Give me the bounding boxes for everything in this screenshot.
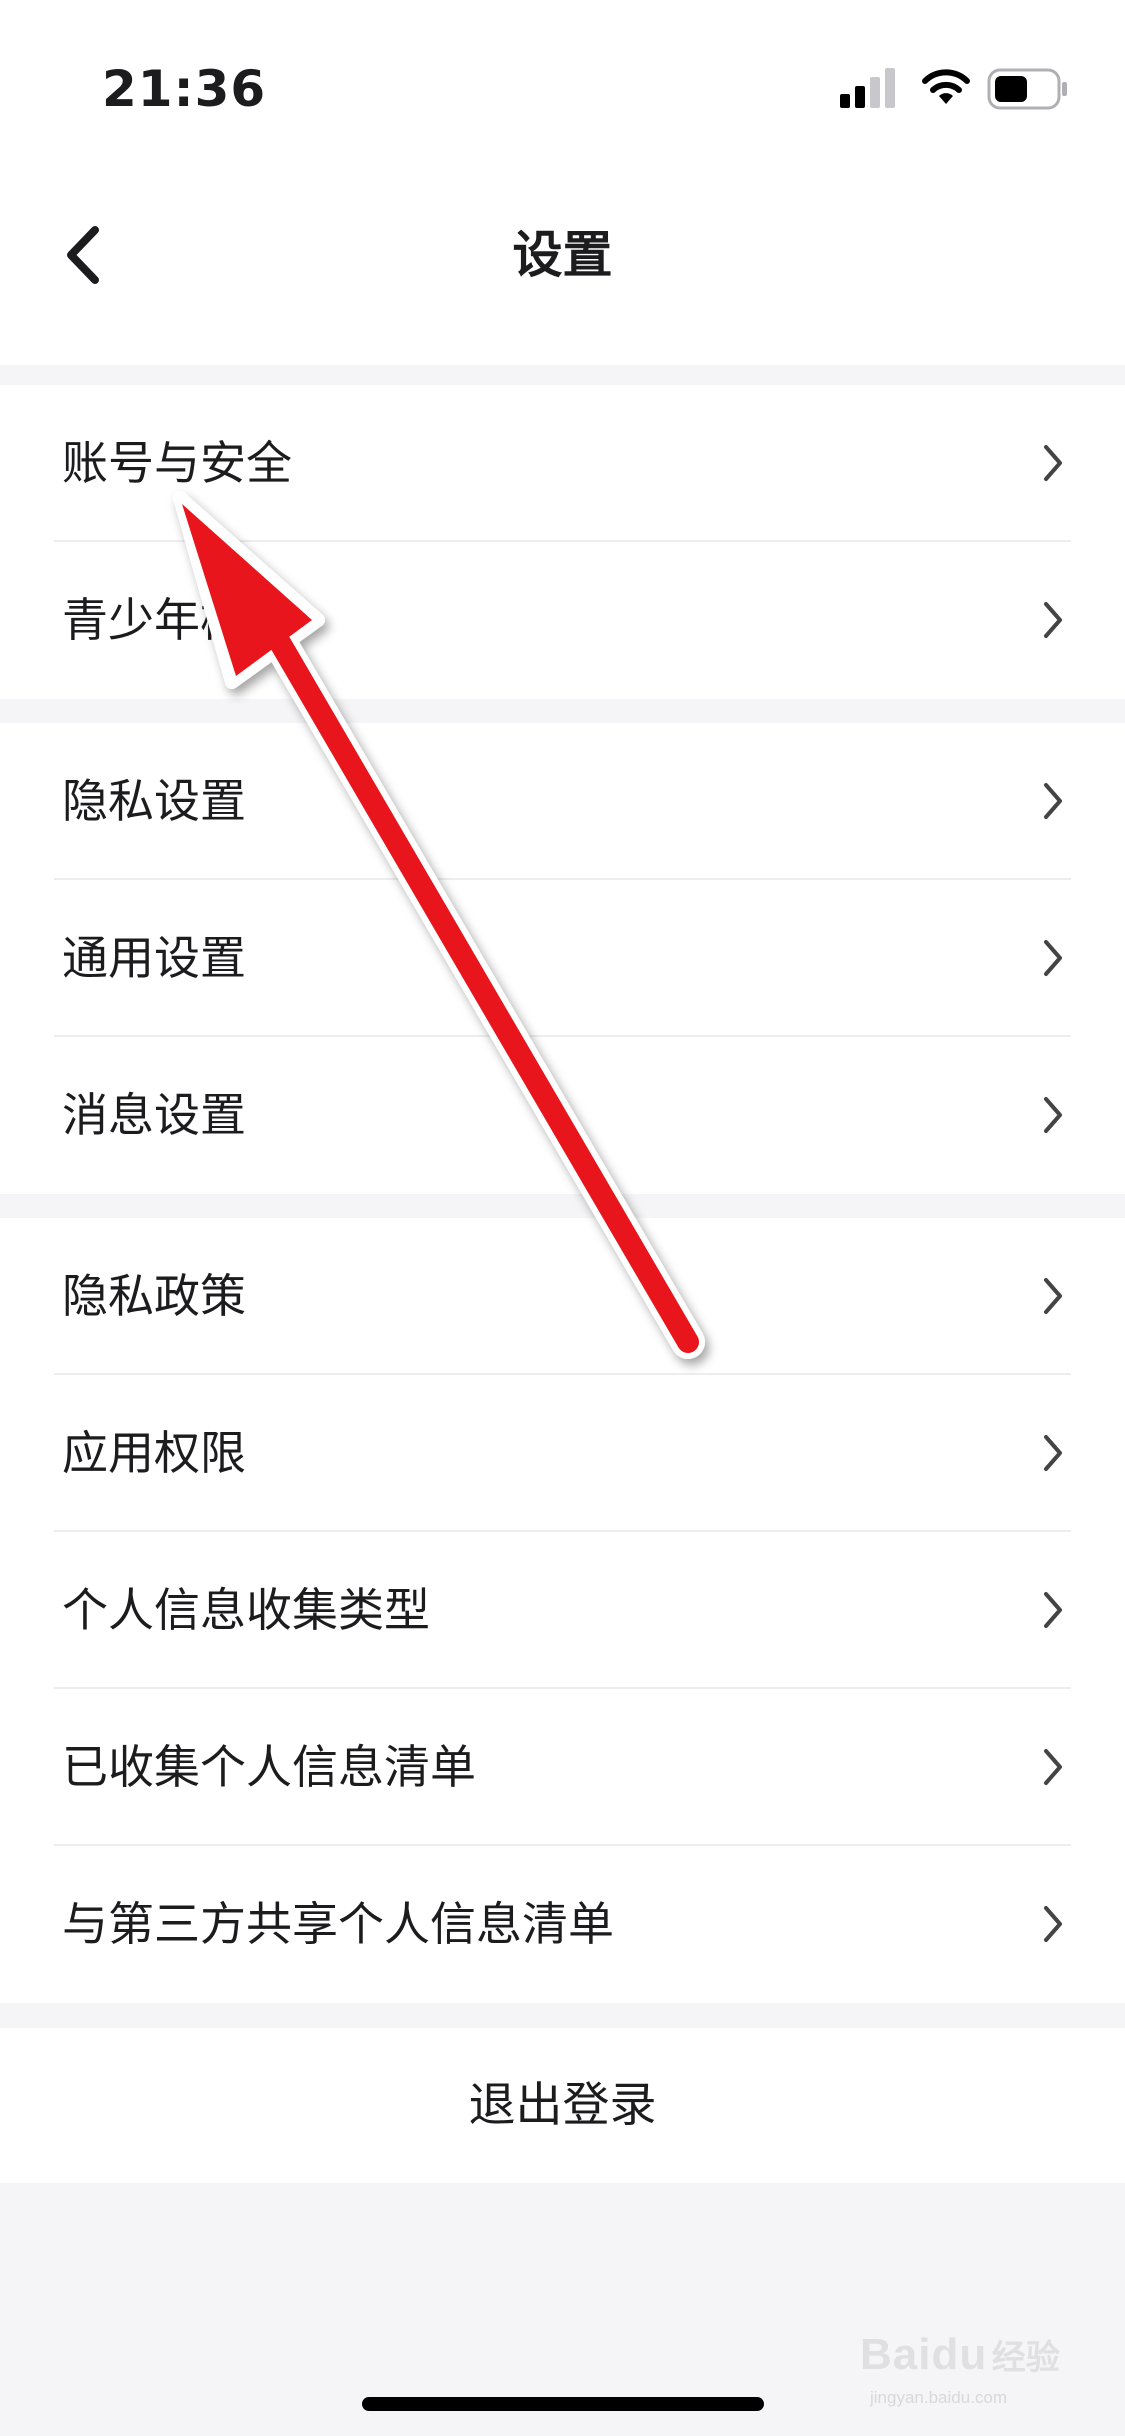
settings-row-account-security[interactable]: 账号与安全 <box>0 385 1125 542</box>
settings-row-general-settings[interactable]: 通用设置 <box>0 880 1125 1037</box>
preferences-section: 隐私设置 通用设置 消息设置 <box>0 723 1125 1194</box>
row-label: 隐私设置 <box>62 774 246 828</box>
watermark-brand: Bai <box>860 2330 932 2379</box>
chevron-right-icon <box>1044 1278 1062 1314</box>
settings-row-teen-mode[interactable]: 青少年模式 <box>0 542 1125 699</box>
chevron-right-icon <box>1044 783 1062 819</box>
chevron-right-icon <box>1044 445 1062 481</box>
wifi-icon <box>922 69 970 104</box>
status-bar: 21:36 <box>0 0 1125 175</box>
account-section: 账号与安全 青少年模式 <box>0 385 1125 699</box>
cellular-signal-icon <box>840 68 895 108</box>
chevron-right-icon <box>1044 1097 1062 1133</box>
logout-button[interactable]: 退出登录 <box>0 2028 1125 2183</box>
watermark-cn: 经验 <box>991 2339 1060 2377</box>
row-label: 青少年模式 <box>62 593 292 647</box>
settings-row-collected-info-list[interactable]: 已收集个人信息清单 <box>0 1689 1125 1846</box>
settings-row-message-settings[interactable]: 消息设置 <box>0 1037 1125 1194</box>
row-label: 账号与安全 <box>62 436 292 490</box>
watermark-brand-tail: du <box>931 2330 988 2379</box>
settings-row-privacy-policy[interactable]: 隐私政策 <box>0 1218 1125 1375</box>
chevron-right-icon <box>1044 1906 1062 1942</box>
status-time: 21:36 <box>102 60 267 118</box>
row-label: 与第三方共享个人信息清单 <box>62 1897 614 1951</box>
row-label: 隐私政策 <box>62 1269 246 1323</box>
chevron-right-icon <box>1044 602 1062 638</box>
battery-icon <box>987 68 1067 110</box>
settings-row-app-permissions[interactable]: 应用权限 <box>0 1375 1125 1532</box>
chevron-right-icon <box>1044 1749 1062 1785</box>
home-indicator[interactable] <box>362 2397 764 2411</box>
settings-row-privacy-settings[interactable]: 隐私设置 <box>0 723 1125 880</box>
settings-row-third-party-sharing-list[interactable]: 与第三方共享个人信息清单 <box>0 1846 1125 2003</box>
settings-row-info-collection-types[interactable]: 个人信息收集类型 <box>0 1532 1125 1689</box>
watermark-url: jingyan.baidu.com <box>870 2388 1008 2407</box>
baidu-jingyan-watermark: Baidu 经验 jingyan.baidu.com <box>860 2330 1080 2407</box>
row-label: 消息设置 <box>62 1088 246 1142</box>
row-label: 通用设置 <box>62 931 246 985</box>
page-title: 设置 <box>512 226 613 284</box>
row-label: 个人信息收集类型 <box>62 1583 430 1637</box>
chevron-right-icon <box>1044 1592 1062 1628</box>
row-label: 已收集个人信息清单 <box>62 1740 476 1794</box>
row-label: 应用权限 <box>62 1426 246 1480</box>
chevron-right-icon <box>1044 1435 1062 1471</box>
navigation-bar: 设置 <box>0 175 1125 365</box>
chevron-right-icon <box>1044 940 1062 976</box>
privacy-section: 隐私政策 应用权限 个人信息收集类型 已收集个人信息清单 与第三方共享个人信息清… <box>0 1218 1125 2003</box>
